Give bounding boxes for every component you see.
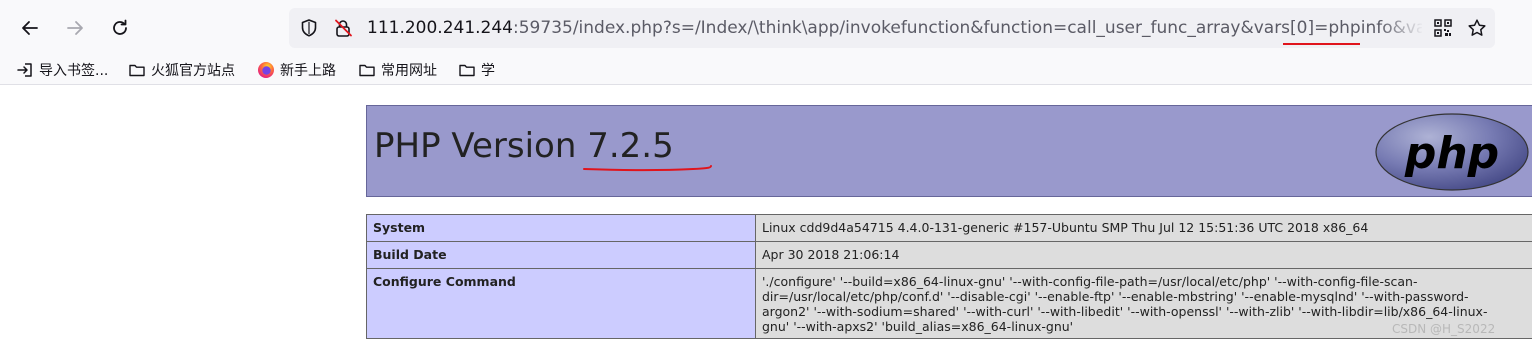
row-value: Apr 30 2018 21:06:14 (755, 241, 1532, 269)
bookmark-import[interactable]: 导入书签... (16, 58, 108, 82)
url-path: :59735/index.php?s=/Index/\think\app/inv… (513, 18, 1422, 38)
arrow-right-icon (67, 21, 83, 35)
page-title: PHP Version 7.2.5 (374, 124, 674, 168)
url-fade (1379, 16, 1424, 40)
row-key: System (366, 214, 756, 242)
php-logo: php (1375, 113, 1529, 191)
url-host: 111.200.241.244 (367, 18, 514, 38)
address-bar[interactable]: 111.200.241.244:59735/index.php?s=/Index… (289, 8, 1495, 48)
row-value: Linux cdd9d4a54715 4.4.0-131-generic #15… (755, 214, 1532, 242)
page-content: PHP Version 7.2.5 php System Linux cdd9d… (0, 85, 1532, 346)
bookmark-label: 火狐官方站点 (151, 63, 235, 79)
qr-code-icon[interactable] (1431, 16, 1455, 40)
folder-icon (458, 61, 476, 79)
firefox-icon (257, 61, 275, 79)
folder-icon (128, 61, 146, 79)
table-row: System Linux cdd9d4a54715 4.4.0-131-gene… (366, 214, 1532, 242)
folder-icon (358, 61, 376, 79)
import-icon (16, 61, 34, 79)
table-row: Build Date Apr 30 2018 21:06:14 (366, 241, 1532, 269)
reload-button[interactable] (104, 12, 136, 44)
phpinfo-table: System Linux cdd9d4a54715 4.4.0-131-gene… (366, 214, 1532, 339)
insecure-lock-icon[interactable] (331, 16, 355, 40)
bookmark-getting-started[interactable]: 新手上路 (257, 58, 336, 82)
forward-button[interactable] (59, 12, 91, 44)
annotation-underline-version (583, 165, 712, 172)
shield-icon[interactable] (297, 16, 321, 40)
phpinfo-header: PHP Version 7.2.5 php (366, 105, 1532, 197)
php-logo-text: php (1404, 128, 1499, 179)
php-version: 7.2.5 (587, 126, 674, 166)
bookmark-label: 常用网址 (381, 63, 437, 79)
bookmark-label: 学 (481, 63, 495, 79)
row-key: Build Date (366, 241, 756, 269)
bookmark-common-sites[interactable]: 常用网址 (358, 58, 437, 82)
bookmark-study[interactable]: 学 (458, 58, 495, 82)
bookmark-label: 新手上路 (280, 63, 336, 79)
back-button[interactable] (14, 12, 46, 44)
row-key: Configure Command (366, 268, 756, 339)
reload-icon (113, 19, 127, 35)
watermark: CSDN @H_S2022 (1392, 322, 1496, 336)
table-row: Configure Command './configure' '--build… (366, 268, 1532, 339)
title-prefix: PHP Version (374, 126, 588, 166)
bookmark-label: 导入书签... (39, 63, 109, 79)
bookmark-firefox-official[interactable]: 火狐官方站点 (128, 58, 235, 82)
bookmarks-bar: 导入书签... 火狐官方站点 新手上路 常用网址 学 (0, 56, 1532, 85)
browser-toolbar: 111.200.241.244:59735/index.php?s=/Index… (0, 0, 1532, 56)
arrow-left-icon (22, 21, 38, 35)
url-text[interactable]: 111.200.241.244:59735/index.php?s=/Index… (367, 17, 1422, 39)
annotation-underline-url (1283, 43, 1360, 45)
star-icon[interactable] (1465, 16, 1489, 40)
